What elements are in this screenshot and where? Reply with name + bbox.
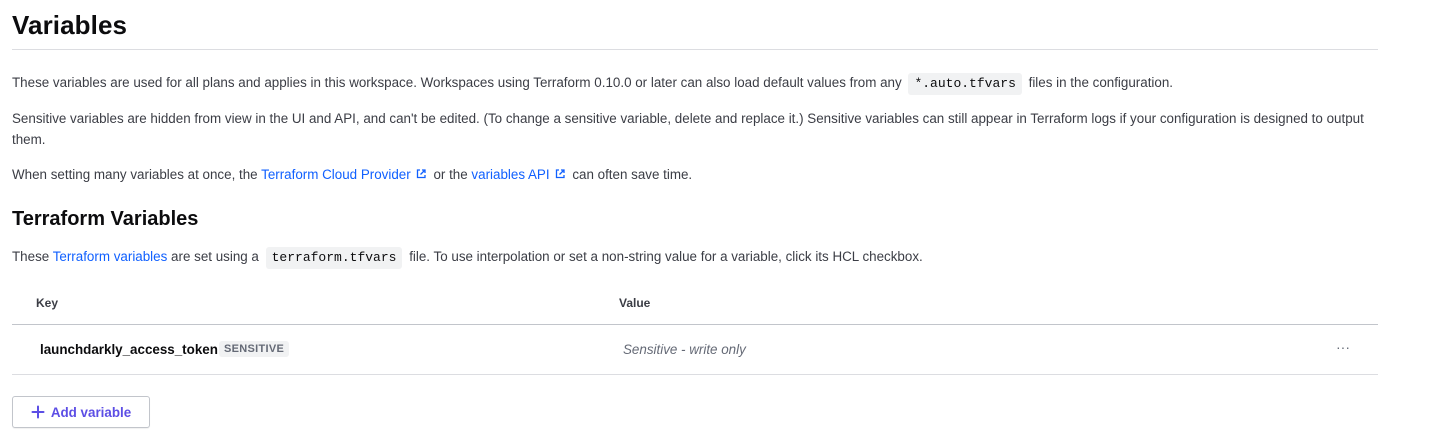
table-row[interactable]: launchdarkly_access_token SENSITIVE Sens… (12, 325, 1378, 375)
column-header-value: Value (619, 296, 651, 310)
variables-api-link-label: variables API (471, 167, 550, 182)
tf-desc-text-before: These (12, 249, 50, 264)
column-header-key: Key (36, 296, 59, 310)
external-link-icon (416, 169, 426, 179)
intro-p3-text-before: When setting many variables at once, the (12, 167, 258, 182)
terraform-variables-link[interactable]: Terraform variables (53, 249, 168, 264)
add-variable-label: Add variable (50, 404, 132, 420)
plus-icon (31, 405, 45, 419)
variable-value: Sensitive - write only (623, 342, 746, 357)
terraform-cloud-provider-link-label: Terraform Cloud Provider (261, 167, 411, 182)
intro-p3-text-after: can often save time. (572, 167, 693, 182)
add-variable-button[interactable]: Add variable (12, 396, 150, 428)
terraform-variables-heading: Terraform Variables (12, 208, 199, 230)
intro-p3-text-middle: or the (433, 167, 468, 182)
title-divider (12, 49, 1378, 50)
sensitive-badge: SENSITIVE (219, 341, 290, 357)
variables-table-header: Key Value (12, 288, 1378, 325)
intro-paragraph-2: Sensitive variables are hidden from view… (12, 111, 1364, 147)
variables-page: Variables These variables are used for a… (0, 0, 1444, 444)
terraform-cloud-provider-link[interactable]: Terraform Cloud Provider (261, 167, 430, 182)
variable-key: launchdarkly_access_token (40, 342, 218, 357)
variables-api-link[interactable]: variables API (471, 167, 568, 182)
external-link-icon (555, 169, 565, 179)
auto-tfvars-code: *.auto.tfvars (908, 73, 1022, 95)
tf-desc-text-after: file. To use interpolation or set a non-… (409, 249, 923, 264)
tf-desc-text-middle: are set using a (171, 249, 259, 264)
terraform-tfvars-code: terraform.tfvars (265, 247, 403, 269)
terraform-variables-description: These Terraform variables are set using … (12, 246, 1378, 269)
page-title: Variables (12, 10, 128, 40)
ellipsis-icon[interactable]: ··· (1334, 339, 1352, 359)
intro-p1-text-before: These variables are used for all plans a… (12, 75, 902, 90)
intro-paragraph-3: When setting many variables at once, the… (12, 164, 1378, 185)
intro-paragraph-1: These variables are used for all plans a… (12, 72, 1378, 95)
intro-p1-text-after: files in the configuration. (1028, 75, 1174, 90)
